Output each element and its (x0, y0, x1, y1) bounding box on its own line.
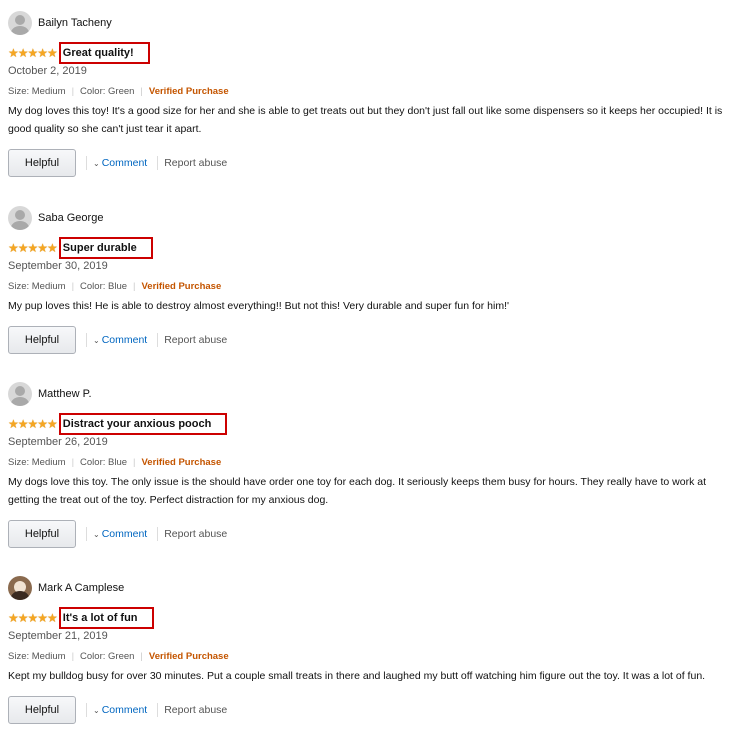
reviewer-profile[interactable]: Mark A Camplese (8, 573, 738, 603)
avatar-icon[interactable] (8, 576, 32, 600)
review-meta: Size: Medium | Color: Green | Verified P… (8, 84, 738, 98)
reviewer-name[interactable]: Mark A Camplese (38, 582, 124, 594)
review-meta: Size: Medium | Color: Blue | Verified Pu… (8, 279, 738, 293)
reviewer-profile[interactable]: Matthew P. (8, 379, 738, 409)
review-title[interactable]: Distract your anxious pooch (58, 413, 228, 435)
review-actions: Helpful ⌄ Comment Report abuse (8, 148, 738, 178)
review-body: Kept my bulldog busy for over 30 minutes… (8, 670, 706, 682)
review: Mark A Camplese ★★★★★ It's a lot of fun … (8, 573, 738, 725)
verified-purchase-badge[interactable]: Verified Purchase (142, 457, 222, 468)
color-label: Color: Blue (80, 456, 128, 468)
star-rating-icon[interactable]: ★★★★★ (8, 612, 58, 624)
review-meta: Size: Medium | Color: Green | Verified P… (8, 649, 738, 663)
reviewer-name[interactable]: Saba George (38, 212, 103, 224)
size-label: Size: Medium (8, 650, 66, 662)
review-title[interactable]: Great quality! (58, 42, 150, 64)
helpful-button[interactable]: Helpful (8, 149, 76, 177)
color-label: Color: Green (80, 85, 135, 97)
size-label: Size: Medium (8, 280, 66, 292)
divider: | (133, 280, 136, 292)
report-abuse-link[interactable]: Report abuse (164, 528, 227, 540)
star-rating-icon[interactable]: ★★★★★ (8, 47, 58, 59)
star-rating-icon[interactable]: ★★★★★ (8, 418, 58, 430)
reviewer-name[interactable]: Matthew P. (38, 388, 92, 400)
reviewer-profile[interactable]: Bailyn Tacheny (8, 8, 738, 38)
verified-purchase-badge[interactable]: Verified Purchase (142, 281, 222, 292)
divider (86, 527, 87, 541)
size-label: Size: Medium (8, 456, 66, 468)
divider (86, 156, 87, 170)
comment-link[interactable]: ⌄ Comment (93, 528, 147, 540)
helpful-button[interactable]: Helpful (8, 696, 76, 724)
comment-label[interactable]: Comment (102, 528, 148, 540)
verified-purchase-badge[interactable]: Verified Purchase (149, 86, 229, 97)
review-date: September 26, 2019 (8, 436, 108, 448)
review: Bailyn Tacheny ★★★★★ Great quality! Octo… (8, 8, 738, 178)
comment-label[interactable]: Comment (102, 157, 148, 169)
divider: | (71, 456, 75, 468)
review-body: My dogs love this toy. The only issue is… (8, 476, 707, 506)
review-body: My dog loves this toy! It's a good size … (8, 105, 723, 135)
review-date: September 21, 2019 (8, 630, 108, 642)
reviewer-name[interactable]: Bailyn Tacheny (38, 17, 112, 29)
divider (86, 703, 87, 717)
chevron-down-icon: ⌄ (93, 335, 100, 345)
review-title[interactable]: Super durable (58, 237, 153, 259)
chevron-down-icon: ⌄ (93, 158, 100, 168)
divider (86, 333, 87, 347)
review: Saba George ★★★★★ Super durable Septembe… (8, 203, 738, 355)
divider (157, 703, 159, 717)
verified-purchase-badge[interactable]: Verified Purchase (149, 651, 229, 662)
review-date: October 2, 2019 (8, 65, 87, 77)
review-actions: Helpful ⌄ Comment Report abuse (8, 519, 738, 549)
divider (157, 333, 159, 347)
comment-link[interactable]: ⌄ Comment (93, 334, 147, 346)
color-label: Color: Green (80, 650, 135, 662)
comment-label[interactable]: Comment (102, 704, 148, 716)
avatar-icon[interactable] (8, 382, 32, 406)
reviewer-profile[interactable]: Saba George (8, 203, 738, 233)
comment-label[interactable]: Comment (102, 334, 148, 346)
review-meta: Size: Medium | Color: Blue | Verified Pu… (8, 455, 738, 469)
divider: | (71, 650, 75, 662)
report-abuse-link[interactable]: Report abuse (164, 704, 227, 716)
review-body: My pup loves this! He is able to destroy… (8, 300, 510, 312)
size-label: Size: Medium (8, 85, 66, 97)
divider: | (140, 85, 143, 97)
divider: | (71, 280, 75, 292)
divider: | (140, 650, 143, 662)
report-abuse-link[interactable]: Report abuse (164, 157, 227, 169)
avatar-icon[interactable] (8, 11, 32, 35)
divider: | (71, 85, 75, 97)
review: Matthew P. ★★★★★ Distract your anxious p… (8, 379, 738, 549)
review-date: September 30, 2019 (8, 260, 108, 272)
helpful-button[interactable]: Helpful (8, 326, 76, 354)
divider: | (133, 456, 136, 468)
avatar-icon[interactable] (8, 206, 32, 230)
comment-link[interactable]: ⌄ Comment (93, 704, 147, 716)
comment-link[interactable]: ⌄ Comment (93, 157, 147, 169)
divider (157, 527, 159, 541)
color-label: Color: Blue (80, 280, 128, 292)
review-title[interactable]: It's a lot of fun (58, 607, 154, 629)
report-abuse-link[interactable]: Report abuse (164, 334, 227, 346)
review-actions: Helpful ⌄ Comment Report abuse (8, 695, 738, 725)
divider (157, 156, 159, 170)
helpful-button[interactable]: Helpful (8, 520, 76, 548)
chevron-down-icon: ⌄ (93, 705, 100, 715)
review-actions: Helpful ⌄ Comment Report abuse (8, 325, 738, 355)
chevron-down-icon: ⌄ (93, 529, 100, 539)
star-rating-icon[interactable]: ★★★★★ (8, 242, 58, 254)
